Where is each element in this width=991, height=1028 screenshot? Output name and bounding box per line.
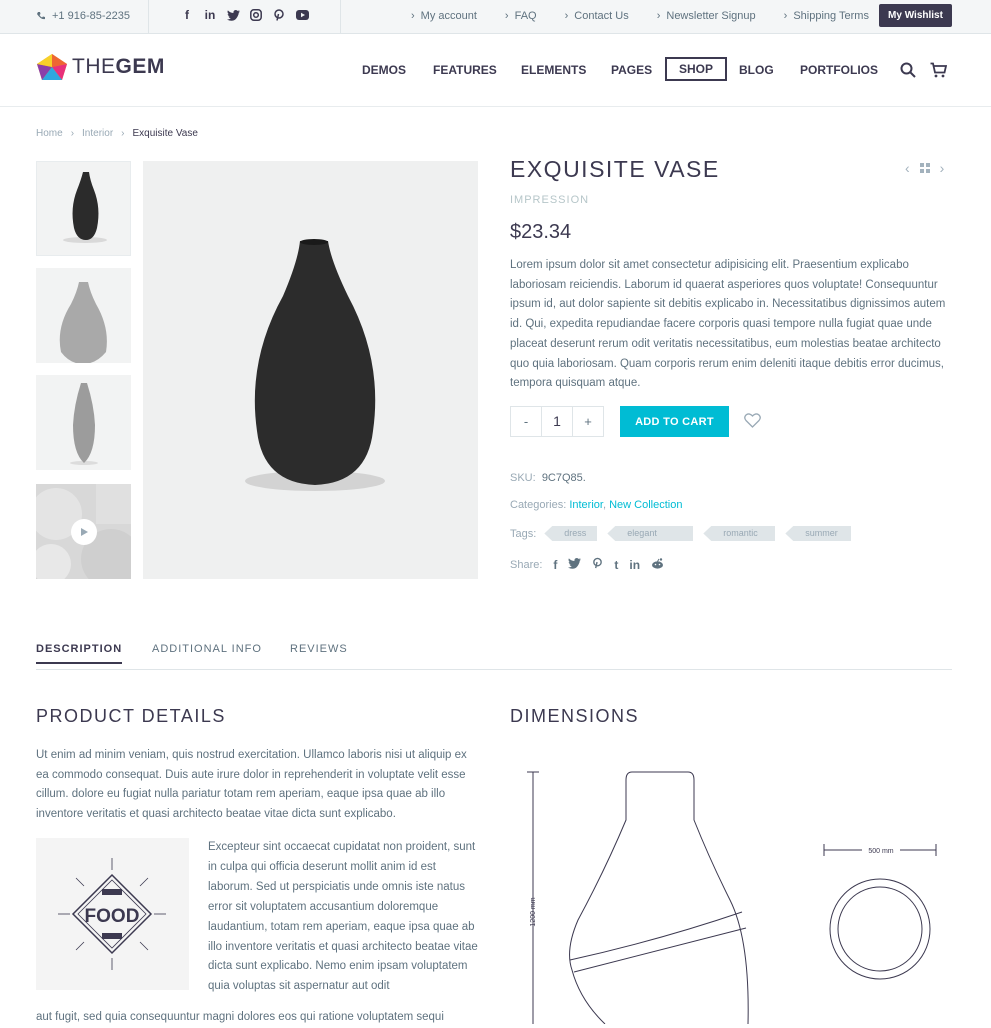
quantity-stepper: - 1 + <box>510 406 604 437</box>
nav-blog[interactable]: BLOG <box>739 63 774 77</box>
food-badge-image: FOOD <box>36 838 189 990</box>
tab-description[interactable]: DESCRIPTION <box>36 643 123 664</box>
product-thumbnail-1[interactable] <box>36 161 131 256</box>
breadcrumb: Home › Interior › Exquisite Vase <box>36 128 198 139</box>
share-links: Share: f t in <box>510 557 664 572</box>
tab-additional-info[interactable]: ADDITIONAL INFO <box>152 643 262 655</box>
reddit-icon[interactable] <box>651 557 664 572</box>
nav-elements[interactable]: ELEMENTS <box>521 63 586 77</box>
link-faq[interactable]: FAQ <box>505 10 537 22</box>
wishlist-heart-icon[interactable] <box>744 413 761 428</box>
nav-demos[interactable]: DEMOS <box>362 63 406 77</box>
search-icon[interactable] <box>900 62 916 78</box>
width-label: 500 mm <box>868 848 893 855</box>
grid-icon[interactable] <box>919 160 930 176</box>
youtube-icon[interactable] <box>295 8 309 22</box>
product-title: EXQUISITE VASE <box>510 156 720 182</box>
tag-dress[interactable]: dress <box>544 526 598 541</box>
breadcrumb-category[interactable]: Interior <box>82 128 113 139</box>
pinterest-icon[interactable] <box>592 557 603 572</box>
product-categories: Categories: Interior, New Collection <box>510 499 683 511</box>
top-bar: +1 916-85-2235 f in My account FAQ Conta… <box>0 0 991 34</box>
main-header: THEGEM DEMOS FEATURES ELEMENTS PAGES SHO… <box>0 35 991 107</box>
product-sku: SKU: 9C7Q85. <box>510 472 586 484</box>
add-to-cart-button[interactable]: ADD TO CART <box>620 406 729 437</box>
top-links: My account FAQ Contact Us Newsletter Sig… <box>411 10 897 22</box>
tag-romantic[interactable]: romantic <box>703 526 776 541</box>
link-shipping[interactable]: Shipping Terms <box>784 10 869 22</box>
details-paragraph-2: Excepteur sint occaecat cupidatat non pr… <box>208 841 478 993</box>
logo-text: THEGEM <box>72 55 165 78</box>
product-navigation: ‹ › <box>905 160 944 176</box>
tag-elegant[interactable]: elegant <box>607 526 694 541</box>
linkedin-icon[interactable]: in <box>203 8 217 22</box>
product-thumbnail-3[interactable] <box>36 375 131 470</box>
product-tabs: DESCRIPTION ADDITIONAL INFO REVIEWS <box>36 643 952 670</box>
chevron-right-icon: › <box>121 128 125 139</box>
site-logo[interactable]: THEGEM <box>36 53 165 81</box>
facebook-icon[interactable]: f <box>180 8 194 22</box>
dimensions-heading: DIMENSIONS <box>510 706 640 726</box>
phone-contact[interactable]: +1 916-85-2235 <box>36 10 130 22</box>
height-label: 1200 mm <box>530 897 537 926</box>
breadcrumb-home[interactable]: Home <box>36 128 63 139</box>
logo-icon <box>37 54 67 80</box>
category-link-new-collection[interactable]: New Collection <box>609 499 682 511</box>
cart-icon[interactable] <box>930 62 947 78</box>
product-main-image[interactable] <box>143 161 478 579</box>
chevron-right-icon[interactable]: › <box>940 160 945 176</box>
linkedin-icon[interactable]: in <box>629 558 640 572</box>
twitter-icon[interactable] <box>568 557 582 572</box>
nav-pages[interactable]: PAGES <box>611 63 652 77</box>
nav-features[interactable]: FEATURES <box>433 63 497 77</box>
divider <box>340 0 341 34</box>
link-my-account[interactable]: My account <box>411 10 477 22</box>
divider <box>148 0 149 34</box>
twitter-icon[interactable] <box>226 8 240 22</box>
link-newsletter[interactable]: Newsletter Signup <box>657 10 755 22</box>
quantity-increase-button[interactable]: + <box>573 414 603 429</box>
phone-number: +1 916-85-2235 <box>52 10 130 22</box>
wishlist-button[interactable]: My Wishlist <box>879 4 952 27</box>
play-icon[interactable] <box>71 519 97 545</box>
chevron-left-icon[interactable]: ‹ <box>905 160 910 176</box>
instagram-icon[interactable] <box>249 8 263 22</box>
tag-summer[interactable]: summer <box>785 526 852 541</box>
details-paragraph-3: aut fugit, sed quia consequuntur magni d… <box>36 1011 444 1023</box>
tab-reviews[interactable]: REVIEWS <box>290 643 348 655</box>
tumblr-icon[interactable]: t <box>614 558 618 572</box>
social-links: f in <box>180 8 309 22</box>
product-tags: Tags: dress elegant romantic summer <box>510 526 856 541</box>
product-price: $23.34 <box>510 221 572 243</box>
breadcrumb-current: Exquisite Vase <box>132 128 198 139</box>
header-icons <box>900 62 947 78</box>
quantity-input[interactable]: 1 <box>541 407 573 436</box>
link-contact[interactable]: Contact Us <box>565 10 628 22</box>
dimensions-drawing: 1200 mm 500 mm <box>527 771 937 1024</box>
product-thumbnail-2[interactable] <box>36 268 131 364</box>
chevron-right-icon: › <box>70 128 75 139</box>
nav-shop[interactable]: SHOP <box>665 57 728 81</box>
quantity-decrease-button[interactable]: - <box>511 414 541 429</box>
pinterest-icon[interactable] <box>272 8 286 22</box>
product-subtitle: IMPRESSION <box>510 194 590 206</box>
details-paragraph-1: Ut enim ad minim veniam, quis nostrud ex… <box>36 749 467 821</box>
facebook-icon[interactable]: f <box>553 558 557 572</box>
product-video-thumbnail[interactable] <box>30 484 141 589</box>
food-label: FOOD <box>85 906 140 927</box>
product-details-heading: PRODUCT DETAILS <box>36 706 226 726</box>
product-description: Lorem ipsum dolor sit amet consectetur a… <box>510 259 946 390</box>
category-link-interior[interactable]: Interior <box>569 499 603 511</box>
phone-icon <box>37 12 45 20</box>
nav-portfolios[interactable]: PORTFOLIOS <box>800 63 878 77</box>
